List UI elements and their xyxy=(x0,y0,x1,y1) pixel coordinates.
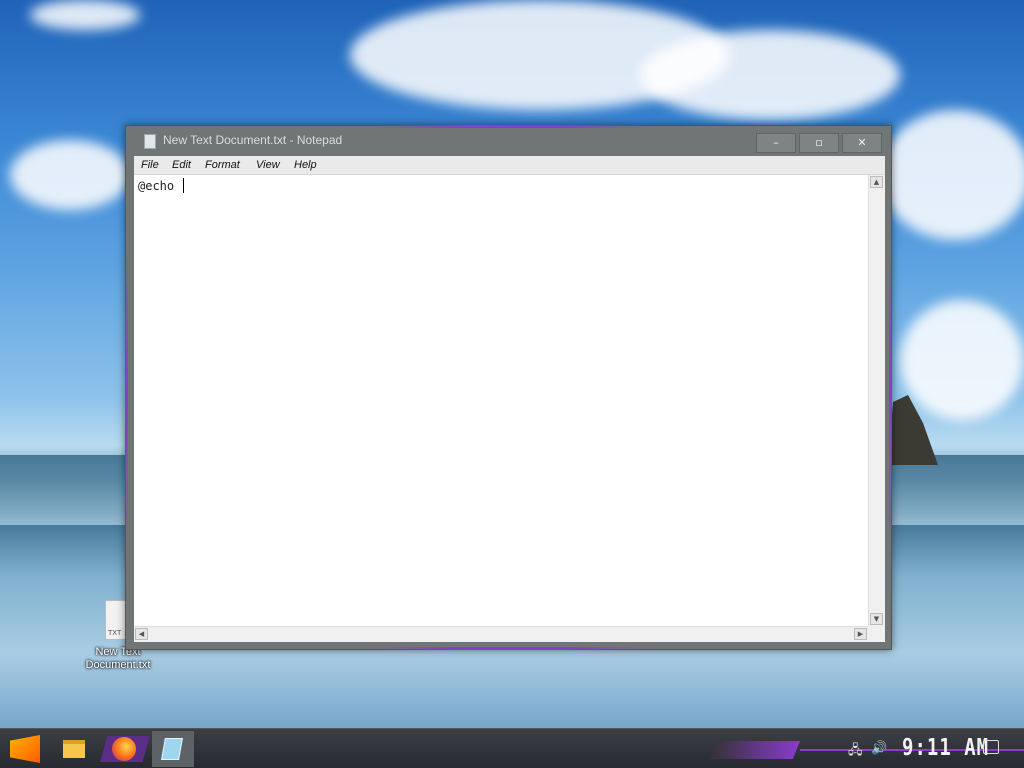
volume-icon[interactable]: 🔊 xyxy=(871,741,887,756)
scroll-right-arrow[interactable]: ▶ xyxy=(854,628,867,640)
notification-icon[interactable] xyxy=(983,740,999,754)
clock[interactable]: 9:11 AM xyxy=(902,735,989,761)
network-icon[interactable]: 🖧 xyxy=(848,741,863,763)
window-title: New Text Document.txt - Notepad xyxy=(163,133,343,147)
minimize-button[interactable]: – xyxy=(756,133,796,153)
notepad-window: New Text Document.txt - Notepad – ▫ ✕ Fi… xyxy=(125,125,892,650)
file-explorer-icon[interactable] xyxy=(63,740,85,758)
menu-format[interactable]: Format xyxy=(205,159,240,171)
text-caret xyxy=(183,178,185,193)
menu-view[interactable]: View xyxy=(256,159,280,171)
cloud xyxy=(640,30,900,120)
tray-accent xyxy=(710,741,800,759)
menu-edit[interactable]: Edit xyxy=(172,159,191,171)
cloud xyxy=(30,0,140,30)
cloud xyxy=(10,140,130,210)
editor-text: @echo xyxy=(138,178,185,193)
scroll-up-arrow[interactable]: ▲ xyxy=(870,176,883,188)
start-button[interactable] xyxy=(10,735,40,763)
horizontal-scrollbar[interactable]: ◀ ▶ xyxy=(134,626,868,642)
cloud xyxy=(880,110,1024,240)
menu-file[interactable]: File xyxy=(141,159,159,171)
text-editor[interactable]: @echo ▲ ▼ ◀ ▶ xyxy=(134,175,885,642)
menu-bar: File Edit Format View Help xyxy=(134,156,885,175)
firefox-icon[interactable] xyxy=(112,737,136,761)
taskbar: 🖧 🔊 9:11 AM xyxy=(0,728,1024,768)
close-button[interactable]: ✕ xyxy=(842,133,882,153)
vertical-scrollbar[interactable]: ▲ ▼ xyxy=(868,175,885,626)
maximize-button[interactable]: ▫ xyxy=(799,133,839,153)
resize-grip[interactable] xyxy=(868,626,885,642)
cloud xyxy=(900,300,1024,420)
menu-help[interactable]: Help xyxy=(294,159,317,171)
scroll-down-arrow[interactable]: ▼ xyxy=(870,613,883,625)
scroll-left-arrow[interactable]: ◀ xyxy=(135,628,148,640)
notepad-icon xyxy=(144,134,156,149)
title-bar[interactable]: New Text Document.txt - Notepad – ▫ ✕ xyxy=(126,126,891,156)
